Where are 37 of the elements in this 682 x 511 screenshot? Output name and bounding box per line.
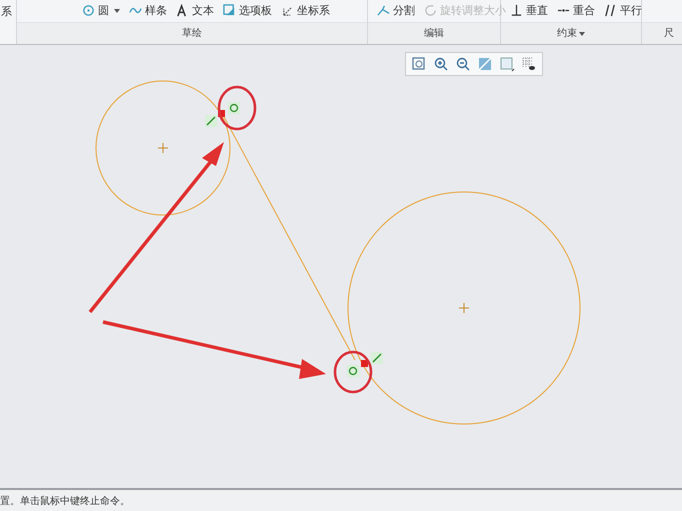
perpendicular-icon [510,4,523,18]
tangent-constraint-icon [228,102,240,114]
center-mark [458,302,470,314]
divide-icon [377,4,390,18]
palette-icon [223,4,236,18]
tangent-constraint-icon [205,115,217,127]
zoom-in-icon[interactable] [433,56,449,72]
endpoint-marker [361,360,368,367]
tangent-constraint-icon [347,365,359,377]
ribbon-label: 系 [1,4,13,19]
rotate-icon [424,4,437,18]
ribbon-tool-button[interactable]: 平行 [601,2,645,20]
ribbon-tool-button[interactable]: 垂直 [507,2,551,20]
group-label: 尺 [664,27,674,40]
text-tool-icon [176,4,189,18]
circle-icon [82,4,95,18]
caret-icon [579,32,585,36]
zoom-out-icon[interactable] [455,56,471,72]
grid-eye-icon[interactable] [521,56,537,72]
zoom-fit-icon[interactable] [411,56,427,72]
status-message: 置。单击鼠标中键终止命令。 [0,494,130,508]
group-label[interactable]: 编辑 [424,26,444,40]
ribbon-tool-button[interactable]: 选项板 [220,2,275,20]
center-mark [158,142,168,154]
highlight-circle [218,86,256,130]
caret-icon [114,8,120,13]
ribbon-tool-button[interactable]: 样条 [126,2,170,20]
ribbon-tool-button[interactable]: 文本 [173,2,217,20]
tangent-constraint-icon [371,352,383,364]
ribbon-tool-button[interactable]: 分割 [374,2,418,20]
group-label[interactable]: 约束 [557,26,585,40]
group-label[interactable]: 草绘 [182,26,202,40]
parallel-icon [604,4,617,18]
ribbon-tool-button[interactable]: 重合 [554,2,598,20]
ribbon-tool-button[interactable]: 坐标系 [278,2,333,20]
ribbon-tool-button[interactable]: 圆 [79,2,123,20]
highlight-circle [334,350,372,394]
